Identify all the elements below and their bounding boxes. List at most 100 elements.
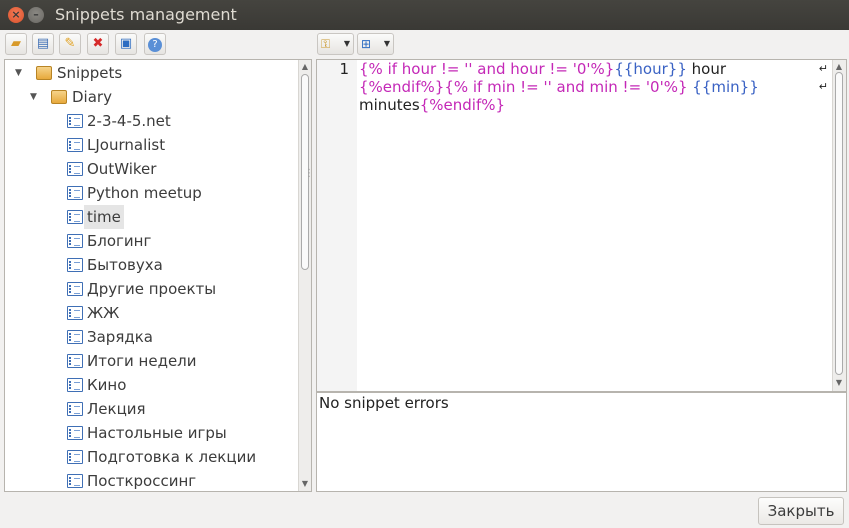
editor-scrollbar-thumb[interactable] [835,72,843,375]
tree-item[interactable]: OutWiker [5,157,295,181]
snippet-icon [67,258,83,272]
folder-add-icon: ▰ [11,36,21,51]
run-button[interactable]: ▣ [115,33,137,55]
delete-icon: ✖ [92,36,104,51]
splitter-handle[interactable]: ⋮ [304,168,314,179]
close-button[interactable]: Закрыть [758,497,844,525]
title-bar: × – Snippets management [0,0,849,30]
tree-item-label: Кино [87,376,127,394]
tree-root-label: Snippets [57,64,123,82]
close-icon: × [11,8,21,21]
snippets-tree: ▼ Snippets ▼ Diary 2-3-4-5.net LJournalis… [4,59,312,492]
snippet-icon [67,306,83,320]
snippet-icon [67,474,83,488]
tree-item[interactable]: Настольные игры [5,421,295,445]
template-variable: {{hour}} [614,60,687,78]
tree-item-label: Подготовка к лекции [87,448,257,466]
editor-scrollbar[interactable]: ▲ ▼ [832,60,846,391]
add-snippet-button[interactable]: ▤ [32,33,54,55]
tree-item[interactable]: Блогинг [5,229,295,253]
help-button[interactable]: ? [144,33,166,55]
scroll-up-icon[interactable]: ▲ [833,62,845,71]
snippet-icon [67,282,83,296]
snippet-icon [67,330,83,344]
tree-root[interactable]: ▼ Snippets [5,61,295,85]
tree-item[interactable]: Бытовуха [5,253,295,277]
template-tag: {% if min != '' and min != '0'%} [444,78,688,96]
template-tag: {% if hour != '' and hour != '0'%} [359,60,615,78]
expand-arrow-icon[interactable]: ▼ [30,85,37,109]
tree-item-label: OutWiker [87,160,157,178]
key-icon: ⚿ [321,37,331,51]
tree-folder-diary[interactable]: ▼ Diary [5,85,295,109]
tree-item[interactable]: Итоги недели [5,349,295,373]
snippet-icon [67,162,83,176]
chevron-down-icon: ▼ [383,39,390,48]
pencil-icon: ✎ [64,36,76,51]
snippet-icon [67,378,83,392]
tree-item[interactable]: 2-3-4-5.net [5,109,295,133]
code-line: {%endif%}{% if min != '' and min != '0'%… [359,78,759,96]
template-tag: {%endif%} [419,96,506,114]
line-number-gutter: 1 [317,60,357,391]
block-icon: ⊞ [361,37,372,51]
snippet-icon [67,450,83,464]
expand-arrow-icon[interactable]: ▼ [15,61,22,85]
plain-text: minutes [359,96,420,114]
tree-item-label: Лекция [87,400,146,418]
window-close-button[interactable]: × [8,7,24,23]
window-minimize-button[interactable]: – [28,7,44,23]
snippet-add-icon: ▤ [36,36,50,51]
snippet-icon [67,234,83,248]
snippet-icon [67,210,83,224]
line-number: 1 [339,60,349,78]
snippet-icon [67,186,83,200]
snippet-icon [67,114,83,128]
insert-block-dropdown[interactable]: ⊞ ▼ [357,33,394,55]
template-tag: {%endif%} [359,78,445,96]
tree-item[interactable]: Зарядка [5,325,295,349]
tree-item-label: Настольные игры [87,424,227,442]
snippet-editor[interactable]: 1 {% if hour != '' and hour != '0'%}{{ho… [316,59,847,392]
tree-item[interactable]: LJournalist [5,133,295,157]
scroll-down-icon[interactable]: ▼ [833,378,845,387]
snippet-icon [67,138,83,152]
tree-item[interactable]: Кино [5,373,295,397]
scroll-up-icon[interactable]: ▲ [299,62,311,71]
snippet-icon [67,402,83,416]
remove-button[interactable]: ✖ [87,33,109,55]
tree-item-label: Бытовуха [87,256,163,274]
minimize-icon: – [33,8,39,21]
help-icon: ? [148,38,162,52]
tree-item-label: LJournalist [87,136,166,154]
errors-panel: No snippet errors [316,392,847,492]
snippet-icon [67,354,83,368]
folder-icon [36,66,52,80]
tree-item[interactable]: Python meetup [5,181,295,205]
code-line: {% if hour != '' and hour != '0'%}{{hour… [359,60,726,78]
tree-item[interactable]: Подготовка к лекции [5,445,295,469]
tree-item-label: Зарядка [87,328,153,346]
chevron-down-icon: ▼ [343,39,350,48]
wrap-marker-icon: ↵ [818,62,828,75]
tree-item[interactable]: time [5,205,295,229]
tree-item[interactable]: Посткроссинг [5,469,295,491]
window-title: Snippets management [55,5,237,24]
errors-message: No snippet errors [319,394,449,412]
rename-button[interactable]: ✎ [59,33,81,55]
folder-icon [51,90,67,104]
run-window-icon: ▣ [119,36,133,51]
tree-item-label: Другие проекты [87,280,217,298]
insert-variable-dropdown[interactable]: ⚿ ▼ [317,33,354,55]
scroll-down-icon[interactable]: ▼ [299,479,311,488]
tree-item-label: ЖЖ [87,304,120,322]
tree-item[interactable]: ЖЖ [5,301,295,325]
add-folder-button[interactable]: ▰ [5,33,27,55]
tree-item-label: time [84,205,124,229]
plain-text: hour [686,60,727,78]
tree-item[interactable]: Другие проекты [5,277,295,301]
tree-item-label: Блогинг [87,232,152,250]
tree-folder-label: Diary [72,88,112,106]
tree-item[interactable]: Лекция [5,397,295,421]
tree-scrollbar[interactable]: ▲ ▼ [298,60,311,491]
